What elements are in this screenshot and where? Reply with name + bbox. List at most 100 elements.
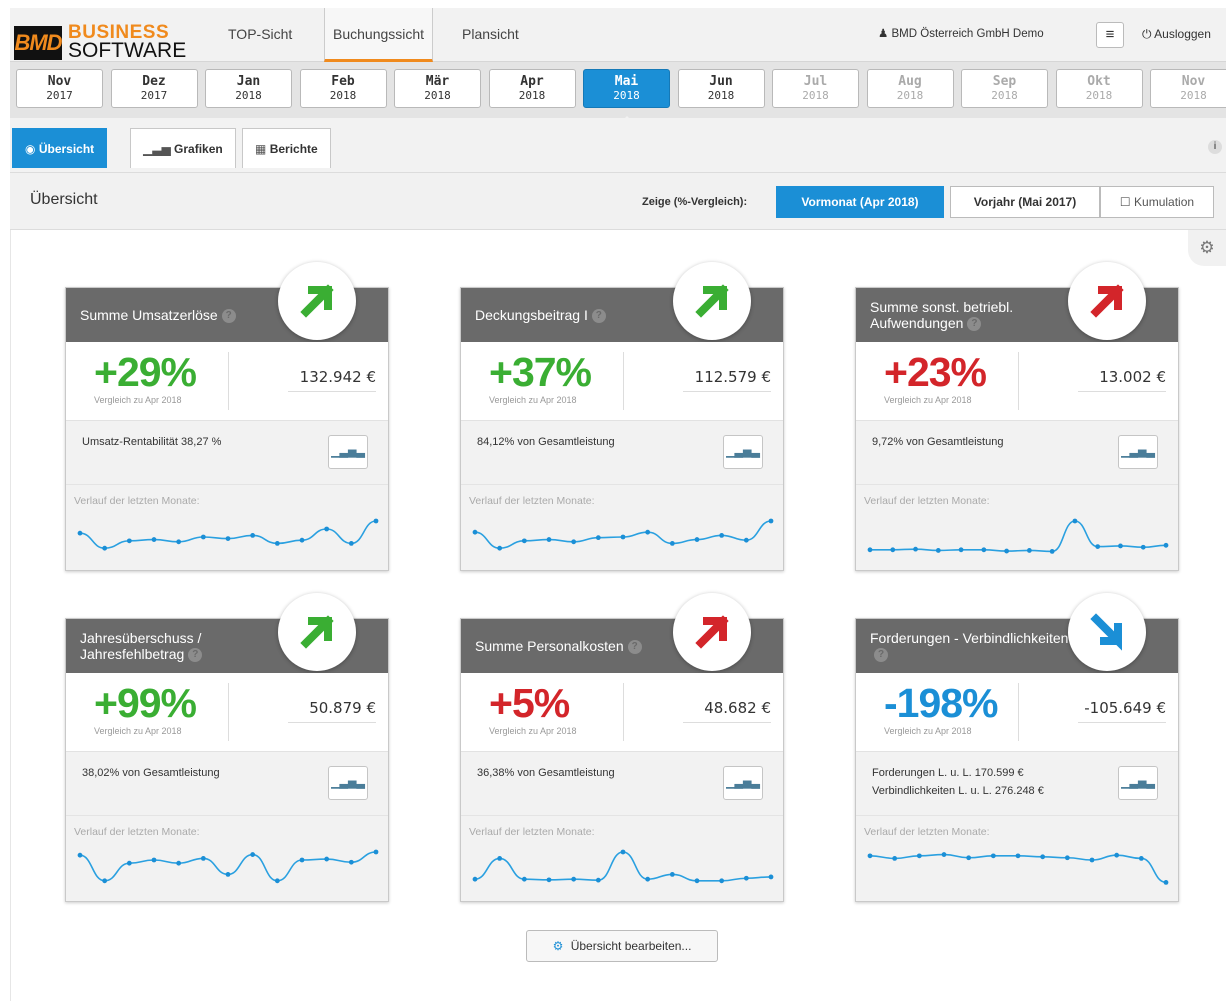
- dashboard-icon: ◉: [25, 142, 36, 156]
- kpi-detail: 84,12% von Gesamtleistung ▁▃▅▃: [461, 420, 783, 484]
- compare-vormonat-button[interactable]: Vormonat (Apr 2018): [776, 186, 944, 218]
- sparkline-point: [1089, 857, 1095, 863]
- kpi-card-title-wrap: Summe Personalkosten?: [475, 619, 675, 673]
- sparkline-point: [225, 872, 231, 877]
- sparkline-point: [768, 874, 774, 880]
- chart-button[interactable]: ▁▃▅▃: [1118, 766, 1158, 800]
- month-name: Apr: [520, 74, 544, 89]
- trend-section: Verlauf der letzten Monate:: [856, 484, 1178, 570]
- kpi-detail: 36,38% von Gesamtleistung ▁▃▅▃: [461, 751, 783, 815]
- sparkline-point: [176, 539, 182, 545]
- tab-grafiken[interactable]: ▁▃▅ Grafiken: [130, 128, 236, 168]
- kpi-detail-line: 9,72% von Gesamtleistung: [872, 436, 1004, 448]
- sparkline-point: [694, 537, 700, 542]
- sparkline-point: [1114, 852, 1120, 858]
- month-button[interactable]: Nov 2018: [1150, 69, 1226, 108]
- month-button[interactable]: Okt 2018: [1055, 69, 1143, 108]
- bar-chart-icon: ▁▃▅▃: [331, 777, 365, 789]
- sparkline-point: [571, 876, 577, 882]
- kpi-compare-note: Vergleich zu Apr 2018: [94, 726, 182, 736]
- sparkline-point: [472, 876, 478, 882]
- sparkline-point: [274, 541, 280, 546]
- help-icon[interactable]: ?: [591, 309, 606, 324]
- compare-label: Zeige (%-Vergleich):: [642, 196, 748, 208]
- chart-button[interactable]: ▁▃▅▃: [723, 435, 763, 469]
- sparkline-point: [225, 536, 231, 541]
- month-button[interactable]: Nov 2017: [16, 69, 103, 108]
- chart-button[interactable]: ▁▃▅▃: [723, 766, 763, 800]
- help-icon[interactable]: ?: [967, 317, 982, 332]
- kpi-compare-note: Vergleich zu Apr 2018: [489, 395, 577, 405]
- sparkline-point: [694, 878, 700, 884]
- chart-button[interactable]: ▁▃▅▃: [328, 766, 368, 800]
- bar-chart-icon: ▁▃▅▃: [1121, 446, 1155, 458]
- month-button[interactable]: Feb 2018: [299, 69, 387, 108]
- month-name: Sep: [992, 74, 1017, 89]
- logout-button[interactable]: ⏻ Ausloggen: [1142, 8, 1211, 62]
- sparkline-point: [595, 877, 601, 883]
- sparkline-point: [472, 529, 478, 535]
- nav-buchungssicht[interactable]: Buchungssicht: [324, 8, 434, 62]
- month-button[interactable]: Aug 2018: [866, 69, 954, 108]
- help-icon[interactable]: ?: [627, 640, 642, 655]
- month-button[interactable]: Jul 2018: [772, 69, 859, 108]
- sparkline-point: [669, 541, 675, 546]
- menu-button[interactable]: ≡: [1096, 22, 1124, 48]
- arrow-down-right-icon: [1090, 613, 1122, 651]
- nav-plansicht[interactable]: Plansicht: [454, 8, 527, 62]
- sparkline-point: [890, 547, 896, 553]
- sparkline-point: [1163, 542, 1169, 548]
- month-button[interactable]: Sep 2018: [961, 69, 1048, 108]
- month-button[interactable]: Mär 2018: [394, 69, 481, 108]
- sparkline-point: [571, 539, 577, 545]
- divider: [623, 683, 624, 741]
- sparkline-chart: [867, 852, 1169, 885]
- chart-button[interactable]: ▁▃▅▃: [1118, 435, 1158, 469]
- kpi-detail-text: 36,38% von Gesamtleistung: [477, 764, 615, 782]
- kpi-detail-line: 84,12% von Gesamtleistung: [477, 436, 615, 448]
- month-button[interactable]: Jun 2018: [677, 69, 765, 108]
- kpi-amount: 50.879 €: [288, 699, 376, 723]
- info-icon[interactable]: i: [1208, 140, 1222, 154]
- kpi-detail-text: 84,12% von Gesamtleistung: [477, 433, 615, 451]
- kpi-amount: 48.682 €: [683, 699, 771, 723]
- compare-vorjahr-button[interactable]: Vorjahr (Mai 2017): [950, 186, 1100, 218]
- month-year: 2018: [424, 89, 451, 102]
- tab-uebersicht[interactable]: ◉ Übersicht: [12, 128, 108, 168]
- bar-chart-icon: ▁▃▅: [143, 142, 171, 156]
- sparkline-point: [768, 518, 774, 524]
- divider: [1018, 352, 1019, 410]
- edit-overview-label: Übersicht bearbeiten...: [570, 939, 692, 953]
- sparkline-point: [200, 856, 206, 861]
- kpi-card-title-wrap: Deckungsbeitrag I?: [475, 288, 675, 342]
- kpi-detail: 9,72% von Gesamtleistung ▁▃▅▃: [856, 420, 1178, 484]
- kpi-card: Summe Umsatzerlöse? +29% Vergleich zu Apr …: [65, 262, 389, 571]
- sparkline-point: [935, 548, 941, 553]
- help-icon[interactable]: ?: [221, 309, 236, 324]
- chart-button[interactable]: ▁▃▅▃: [328, 435, 368, 469]
- help-icon[interactable]: ?: [188, 648, 203, 663]
- user-info[interactable]: ♟ BMD Österreich GmbH Demo: [878, 8, 1044, 62]
- sparkline-point: [348, 859, 354, 865]
- month-name: Aug: [898, 74, 922, 89]
- kumulation-toggle[interactable]: ☐ Kumulation: [1100, 186, 1214, 218]
- sparkline-point: [200, 534, 206, 540]
- kpi-compare-note: Vergleich zu Apr 2018: [489, 726, 577, 736]
- settings-gear-icon[interactable]: ⚙: [1188, 230, 1226, 266]
- help-icon[interactable]: ?: [874, 648, 888, 663]
- month-button[interactable]: Mai 2018: [583, 69, 670, 123]
- sparkline-point: [299, 537, 305, 543]
- tab-berichte[interactable]: ▦ Berichte: [242, 128, 331, 168]
- month-year: 2018: [1180, 89, 1207, 102]
- month-button[interactable]: Apr 2018: [488, 69, 576, 108]
- sparkline-point: [645, 529, 651, 535]
- month-button[interactable]: Jan 2018: [205, 69, 292, 108]
- sparkline-point: [867, 547, 873, 553]
- month-button[interactable]: Dez 2017: [110, 69, 198, 108]
- edit-overview-button[interactable]: ⚙ Übersicht bearbeiten...: [526, 930, 718, 962]
- hamburger-icon: ≡: [1105, 26, 1115, 43]
- nav-top-sicht[interactable]: TOP-Sicht: [220, 8, 300, 62]
- bmd-logo[interactable]: BMD BUSINESS SOFTWARE: [14, 12, 186, 62]
- sparkline-point: [867, 853, 873, 859]
- sparkline-point: [1140, 544, 1146, 550]
